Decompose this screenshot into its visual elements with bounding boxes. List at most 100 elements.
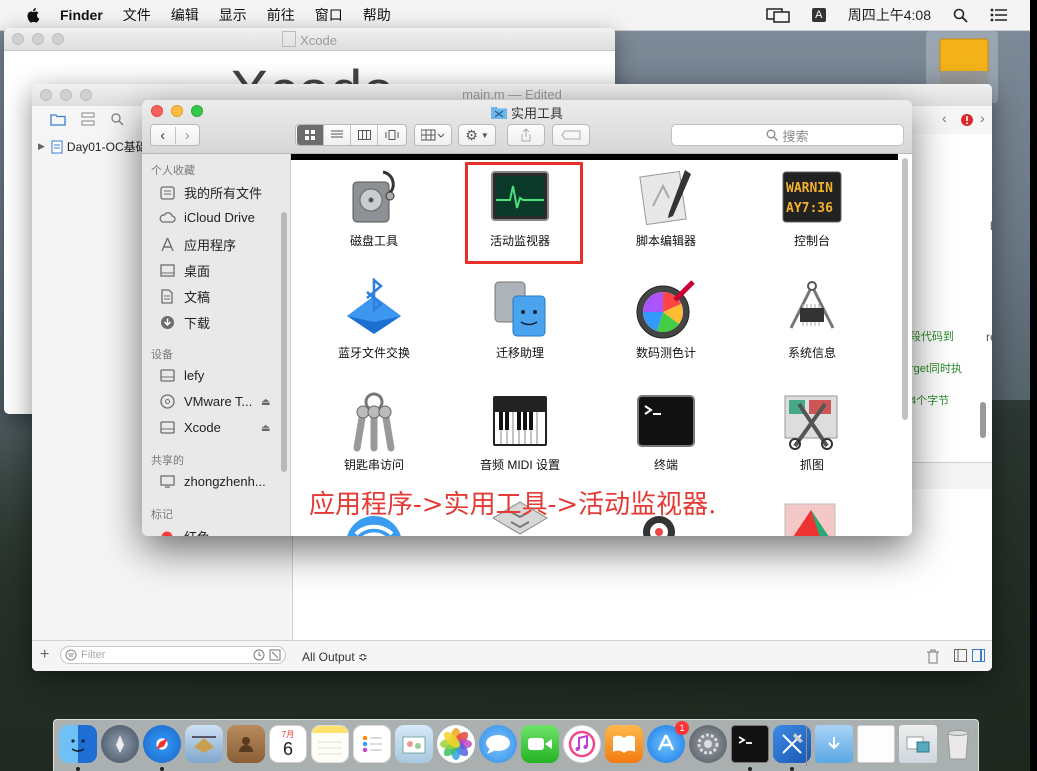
photos-dock-icon[interactable]: [437, 725, 475, 763]
menu-finder[interactable]: Finder: [60, 7, 103, 23]
downloads-stack-icon[interactable]: [815, 725, 853, 763]
recent-icon[interactable]: [253, 649, 265, 661]
safari-dock-icon[interactable]: [143, 725, 181, 763]
forward-button[interactable]: ›: [176, 127, 200, 144]
app-audio-midi-setup[interactable]: 音频 MIDI 设置: [460, 390, 580, 473]
content-scrollbar[interactable]: [902, 158, 908, 420]
display-mirroring-icon[interactable]: [766, 7, 790, 23]
sidebar-scrollbar[interactable]: [281, 212, 287, 472]
calendar-dock-icon[interactable]: 7月 6: [269, 725, 307, 763]
launchpad-dock-icon[interactable]: [101, 725, 139, 763]
app-script-editor[interactable]: 脚本编辑器: [606, 166, 726, 249]
disclosure-triangle-icon[interactable]: ▶: [38, 141, 45, 152]
midi-icon: [493, 396, 547, 446]
finder-dock-icon[interactable]: [59, 725, 97, 763]
project-item[interactable]: ▶ Day01-OC基础: [38, 138, 148, 155]
input-source-icon[interactable]: A: [811, 8, 826, 22]
hierarchy-icon[interactable]: [80, 112, 96, 126]
app-digital-color-meter[interactable]: 数码测色计: [606, 278, 726, 361]
sidebar-item-downloads[interactable]: 下载: [158, 313, 210, 332]
sidebar-item-desktop[interactable]: 桌面: [158, 261, 210, 280]
app-grab[interactable]: 抓图: [752, 390, 872, 473]
share-button[interactable]: [507, 124, 545, 146]
filter-field[interactable]: Filter: [60, 646, 286, 664]
variables-view-icon[interactable]: [954, 649, 967, 662]
contacts-dock-icon[interactable]: [227, 725, 265, 763]
mail-dock-icon[interactable]: [185, 725, 223, 763]
search-field[interactable]: 搜索: [671, 124, 904, 146]
sidebar-item-tag-red[interactable]: 红色: [158, 527, 210, 536]
sidebar-header-devices: 设备: [151, 349, 173, 361]
trash-icon[interactable]: [926, 649, 940, 664]
scm-filter-icon[interactable]: [269, 649, 281, 661]
action-button[interactable]: ⚙ ▼: [458, 124, 496, 146]
list-view-icon[interactable]: [324, 125, 351, 145]
view-mode-control[interactable]: [295, 124, 407, 146]
running-indicator: [748, 767, 752, 771]
icon-view-icon[interactable]: [297, 125, 324, 145]
tags-button[interactable]: [552, 124, 590, 146]
eject-icon[interactable]: ⏏: [261, 397, 270, 408]
folder-icon[interactable]: [50, 112, 66, 126]
sidebar-header-tags: 标记: [151, 509, 173, 521]
tag-icon: [561, 130, 581, 140]
error-icon[interactable]: [960, 113, 974, 127]
menu-file[interactable]: 文件: [123, 5, 151, 25]
facetime-dock-icon[interactable]: [521, 725, 559, 763]
sidebar-item-shared-computer[interactable]: zhongzhenh...: [158, 473, 266, 489]
grapher-icon[interactable]: [781, 500, 839, 536]
sidebar-header-favorites: 个人收藏: [151, 165, 195, 177]
menu-help[interactable]: 帮助: [363, 5, 391, 25]
output-selector[interactable]: All Output ≎: [302, 650, 368, 664]
find-icon[interactable]: [110, 112, 124, 126]
app-system-information[interactable]: 系统信息: [752, 278, 872, 361]
app-store-dock-icon[interactable]: 1: [647, 721, 689, 763]
menu-go[interactable]: 前往: [267, 5, 295, 25]
console-view-icon[interactable]: [972, 649, 985, 662]
nav-back-icon[interactable]: ‹: [942, 110, 947, 126]
screenshot-stack-icon[interactable]: [899, 725, 937, 763]
app-store-badge: 1: [675, 721, 689, 735]
menu-window[interactable]: 窗口: [315, 5, 343, 25]
ibooks-dock-icon[interactable]: [605, 725, 643, 763]
back-button[interactable]: ‹: [151, 126, 176, 144]
menu-view[interactable]: 显示: [219, 5, 247, 25]
sidebar-item-lefy[interactable]: lefy: [158, 367, 204, 383]
app-console[interactable]: WARNIN AY7:36 控制台: [752, 166, 872, 249]
app-keychain-access[interactable]: 钥匙串访问: [314, 390, 434, 473]
add-icon[interactable]: +: [40, 646, 49, 664]
eject-icon[interactable]: ⏏: [261, 423, 270, 434]
nav-forward-icon[interactable]: ›: [980, 110, 985, 126]
arrange-button[interactable]: [414, 124, 452, 146]
editor-scrollbar[interactable]: [980, 402, 986, 438]
cover-flow-icon[interactable]: [378, 125, 405, 145]
sidebar-item-applications[interactable]: 应用程序: [158, 235, 236, 254]
trash-dock-icon[interactable]: [939, 725, 977, 763]
apple-menu-icon[interactable]: [26, 7, 42, 23]
photo-booth-dock-icon[interactable]: [395, 725, 433, 763]
app-disk-utility[interactable]: 磁盘工具: [314, 166, 434, 249]
system-preferences-dock-icon[interactable]: [689, 725, 727, 763]
spotlight-icon[interactable]: [953, 8, 968, 23]
app-bluetooth-file-exchange[interactable]: 蓝牙文件交换: [314, 278, 434, 361]
computer-icon: [158, 473, 176, 489]
reminders-dock-icon[interactable]: [353, 725, 391, 763]
notification-center-icon[interactable]: [990, 8, 1008, 22]
sidebar-item-all-files[interactable]: 我的所有文件: [158, 183, 262, 202]
back-forward-control[interactable]: ‹ ›: [150, 124, 200, 146]
sidebar-item-vmware[interactable]: VMware T...: [158, 393, 252, 409]
terminal-dock-icon[interactable]: [731, 725, 769, 763]
column-view-icon[interactable]: [351, 125, 378, 145]
app-migration-assistant[interactable]: 迁移助理: [460, 278, 580, 361]
notes-dock-icon[interactable]: [311, 725, 349, 763]
menu-edit[interactable]: 编辑: [171, 5, 199, 25]
sidebar-item-icloud[interactable]: iCloud Drive: [158, 209, 255, 225]
sidebar-item-documents[interactable]: 文稿: [158, 287, 210, 306]
cloud-icon: [158, 209, 176, 225]
itunes-dock-icon[interactable]: [563, 725, 601, 763]
document-stack-icon[interactable]: [857, 725, 895, 763]
menu-clock[interactable]: 周四上午4:08: [848, 5, 931, 25]
app-terminal[interactable]: 终端: [606, 390, 726, 473]
sidebar-item-xcode[interactable]: Xcode: [158, 419, 221, 435]
messages-dock-icon[interactable]: [479, 725, 517, 763]
